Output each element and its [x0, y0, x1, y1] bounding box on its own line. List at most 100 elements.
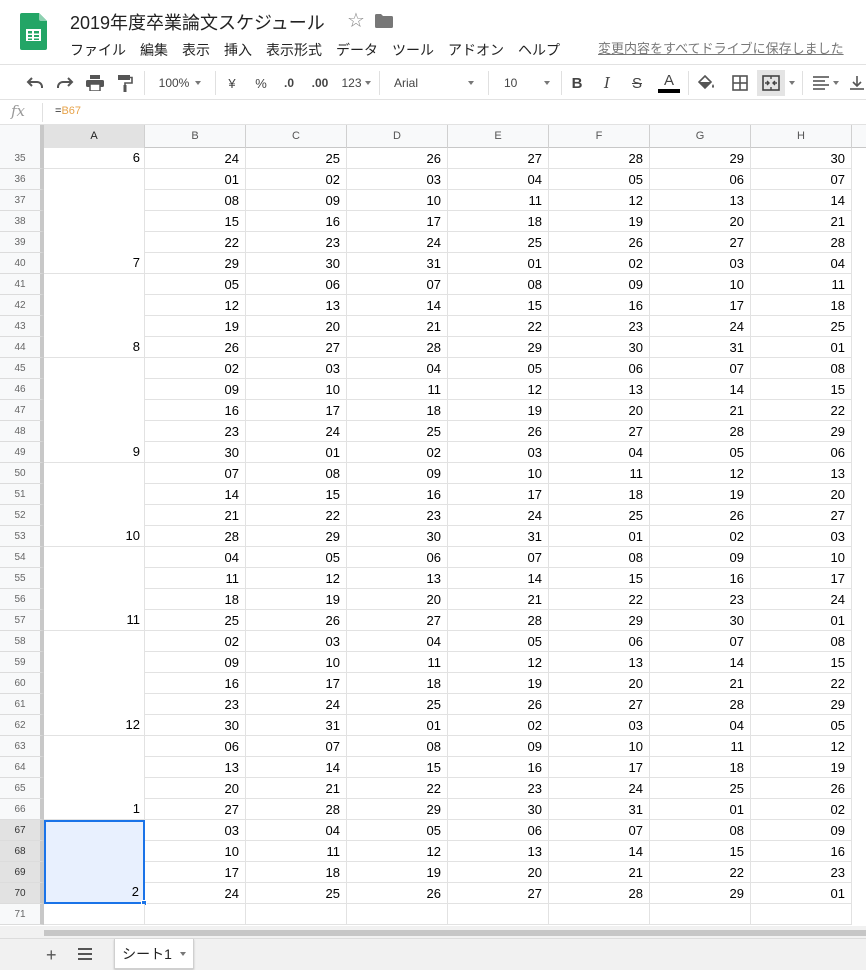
increase-decimal-button[interactable]: .00 — [306, 72, 334, 94]
row-header[interactable]: 55 — [0, 568, 44, 589]
cell-d48[interactable]: 25 — [347, 421, 448, 442]
cell-f45[interactable]: 06 — [549, 358, 650, 379]
cell-c59[interactable]: 10 — [246, 652, 347, 673]
cell-c63[interactable]: 07 — [246, 736, 347, 757]
row-header[interactable]: 66 — [0, 799, 44, 820]
cell-e60[interactable]: 19 — [448, 673, 549, 694]
month-cell[interactable]: 12 — [44, 631, 145, 736]
cell-g47[interactable]: 21 — [650, 400, 751, 421]
cell-h55[interactable]: 17 — [751, 568, 852, 589]
cell-b60[interactable]: 16 — [145, 673, 246, 694]
cell-h64[interactable]: 19 — [751, 757, 852, 778]
cell-e64[interactable]: 16 — [448, 757, 549, 778]
cell-h57[interactable]: 01 — [751, 610, 852, 631]
month-cell[interactable]: 1 — [44, 736, 145, 820]
font-select[interactable]: Arial — [386, 72, 480, 94]
cell-d61[interactable]: 25 — [347, 694, 448, 715]
cell-c66[interactable]: 28 — [246, 799, 347, 820]
row-header[interactable]: 63 — [0, 736, 44, 757]
menu-item[interactable]: ヘルプ — [518, 40, 560, 60]
cell-g60[interactable]: 21 — [650, 673, 751, 694]
row-header[interactable]: 69 — [0, 862, 44, 883]
cell-h36[interactable]: 07 — [751, 169, 852, 190]
cell-e46[interactable]: 12 — [448, 379, 549, 400]
cell-e61[interactable]: 26 — [448, 694, 549, 715]
paint-format-icon[interactable] — [114, 72, 136, 94]
cell-h54[interactable]: 10 — [751, 547, 852, 568]
cell-b49[interactable]: 30 — [145, 442, 246, 463]
cell-d40[interactable]: 31 — [347, 253, 448, 274]
cell-e58[interactable]: 05 — [448, 631, 549, 652]
decrease-decimal-button[interactable]: .0 — [278, 72, 300, 94]
row-header[interactable]: 39 — [0, 232, 44, 253]
sheets-logo-icon[interactable] — [20, 13, 47, 50]
cell-f67[interactable]: 07 — [549, 820, 650, 841]
cell-b36[interactable]: 01 — [145, 169, 246, 190]
cell-h35[interactable]: 30 — [751, 148, 852, 169]
cell-f49[interactable]: 04 — [549, 442, 650, 463]
cell-b35[interactable]: 24 — [145, 148, 246, 169]
borders-icon[interactable] — [729, 72, 751, 94]
cell-d50[interactable]: 09 — [347, 463, 448, 484]
cell-h63[interactable]: 12 — [751, 736, 852, 757]
cell-h37[interactable]: 14 — [751, 190, 852, 211]
cell-c46[interactable]: 10 — [246, 379, 347, 400]
cell-e53[interactable]: 31 — [448, 526, 549, 547]
cell-g63[interactable]: 11 — [650, 736, 751, 757]
cell-f56[interactable]: 22 — [549, 589, 650, 610]
cell-d44[interactable]: 28 — [347, 337, 448, 358]
cell-h39[interactable]: 28 — [751, 232, 852, 253]
cell-c47[interactable]: 17 — [246, 400, 347, 421]
menu-item[interactable]: 挿入 — [224, 40, 252, 60]
cell-f63[interactable]: 10 — [549, 736, 650, 757]
row-header[interactable]: 59 — [0, 652, 44, 673]
cell-e57[interactable]: 28 — [448, 610, 549, 631]
cell-b44[interactable]: 26 — [145, 337, 246, 358]
cell-h49[interactable]: 06 — [751, 442, 852, 463]
cell-g44[interactable]: 31 — [650, 337, 751, 358]
cell-h70[interactable]: 01 — [751, 883, 852, 904]
cell-b52[interactable]: 21 — [145, 505, 246, 526]
percent-button[interactable]: % — [250, 72, 272, 94]
cell-f48[interactable]: 27 — [549, 421, 650, 442]
cell-c67[interactable]: 04 — [246, 820, 347, 841]
cell-g50[interactable]: 12 — [650, 463, 751, 484]
cell-b51[interactable]: 14 — [145, 484, 246, 505]
cell-f51[interactable]: 18 — [549, 484, 650, 505]
cell-b53[interactable]: 28 — [145, 526, 246, 547]
cell-b70[interactable]: 24 — [145, 883, 246, 904]
cell-g54[interactable]: 09 — [650, 547, 751, 568]
horizontal-scrollbar[interactable] — [44, 930, 866, 936]
cell-g64[interactable]: 18 — [650, 757, 751, 778]
row-header[interactable]: 58 — [0, 631, 44, 652]
cell-b61[interactable]: 23 — [145, 694, 246, 715]
number-format-select[interactable]: 123 — [338, 72, 374, 94]
undo-icon[interactable] — [24, 72, 46, 94]
cell-c55[interactable]: 12 — [246, 568, 347, 589]
cell-b57[interactable]: 25 — [145, 610, 246, 631]
cell-g53[interactable]: 02 — [650, 526, 751, 547]
column-header-e[interactable]: E — [448, 125, 549, 148]
column-header-h[interactable]: H — [751, 125, 852, 148]
cell-g37[interactable]: 13 — [650, 190, 751, 211]
cell-h62[interactable]: 05 — [751, 715, 852, 736]
cell-b67[interactable]: 03 — [145, 820, 246, 841]
row-header[interactable]: 44 — [0, 337, 44, 358]
cell-d57[interactable]: 27 — [347, 610, 448, 631]
cell-f54[interactable]: 08 — [549, 547, 650, 568]
row-header[interactable]: 70 — [0, 883, 44, 904]
cell-f65[interactable]: 24 — [549, 778, 650, 799]
cell-e62[interactable]: 02 — [448, 715, 549, 736]
cell-b55[interactable]: 11 — [145, 568, 246, 589]
cell-d37[interactable]: 10 — [347, 190, 448, 211]
cell-e68[interactable]: 13 — [448, 841, 549, 862]
align-horizontal-icon[interactable] — [810, 72, 842, 94]
cell-e54[interactable]: 07 — [448, 547, 549, 568]
cell-c51[interactable]: 15 — [246, 484, 347, 505]
print-icon[interactable] — [84, 72, 106, 94]
row-header[interactable]: 52 — [0, 505, 44, 526]
row-header[interactable]: 42 — [0, 295, 44, 316]
menu-item[interactable]: 編集 — [140, 40, 168, 60]
month-cell[interactable]: 10 — [44, 463, 145, 547]
cell-e67[interactable]: 06 — [448, 820, 549, 841]
